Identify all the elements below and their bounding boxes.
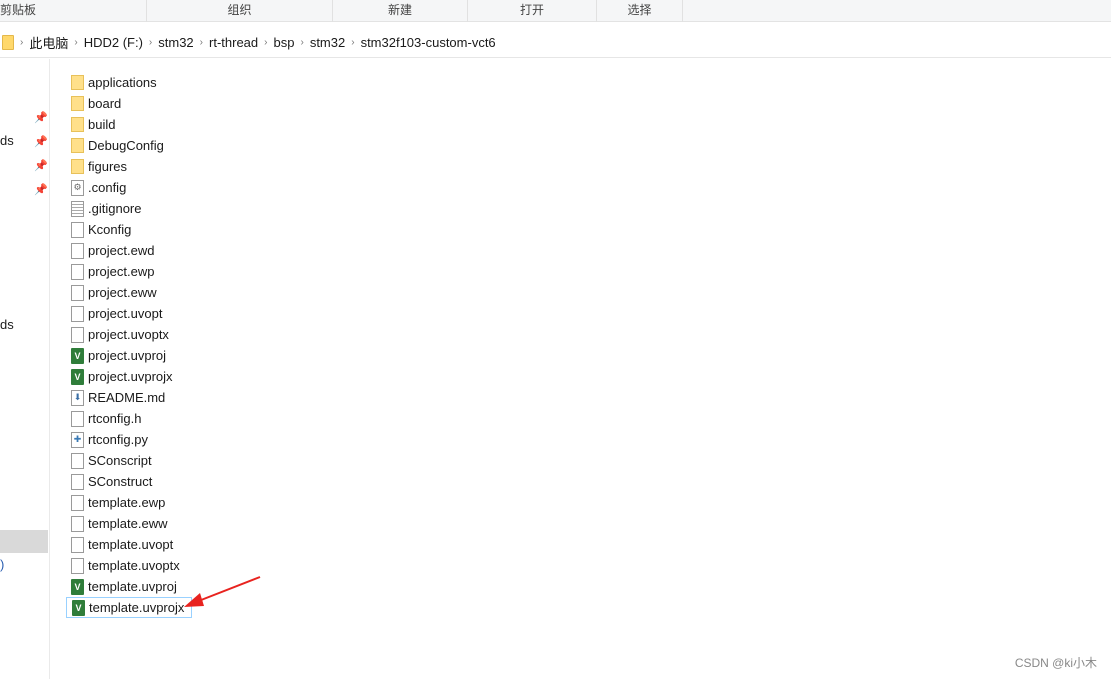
annotation-arrow xyxy=(184,576,261,607)
arrow-head xyxy=(184,593,204,607)
arrow-shaft xyxy=(195,576,261,603)
watermark: CSDN @ki小木 xyxy=(1014,656,1097,670)
